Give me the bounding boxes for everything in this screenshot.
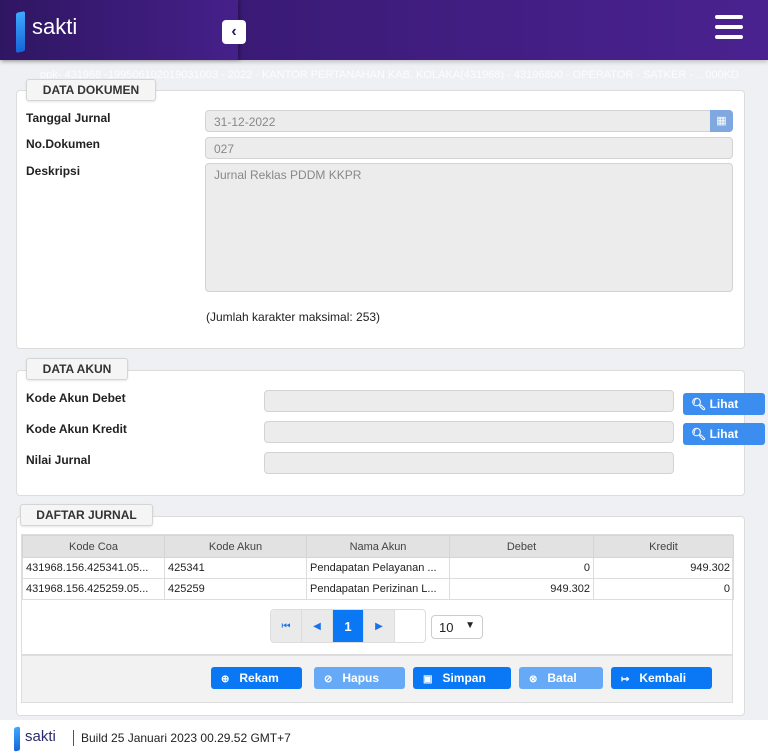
no-dokumen-input[interactable]: 027 [205,137,733,159]
column-header[interactable]: Kode Akun [164,535,307,558]
cell-nama-akun: Pendapatan Pelayanan ... [306,557,450,579]
calendar-icon[interactable]: ▦ [710,110,733,132]
footer: sakti Build 25 Januari 2023 00.29.52 GMT… [0,720,768,756]
kode-akun-kredit-label: Kode Akun Kredit [26,422,127,436]
plus-circle-icon: ⊕ [221,674,230,685]
table-row[interactable]: 431968.156.425341.05... 425341 Pendapata… [22,557,734,579]
cell-kode-akun: 425259 [164,578,307,600]
hamburger-menu-button[interactable] [715,15,743,39]
divider [73,730,74,746]
cell-kode-coa: 431968.156.425341.05... [22,557,165,579]
kembali-button[interactable]: ↦ Kembali [611,667,712,689]
table-row[interactable]: 431968.156.425259.05... 425259 Pendapata… [22,578,734,600]
daftar-jurnal-legend: DAFTAR JURNAL [20,504,153,526]
deskripsi-label: Deskripsi [26,164,81,178]
tanggal-jurnal-input[interactable]: 31-12-2022 [205,110,733,132]
nilai-jurnal-label: Nilai Jurnal [26,453,91,467]
chevron-left-icon: ‹ [231,23,237,40]
search-icon: 🔍︎ [691,427,710,441]
cell-kredit: 0 [593,578,734,600]
kode-akun-debet-label: Kode Akun Debet [26,391,126,405]
column-header[interactable]: Kode Coa [22,535,165,558]
tanggal-jurnal-label: Tanggal Jurnal [26,111,111,125]
cell-kredit: 949.302 [593,557,734,579]
build-info: Build 25 Januari 2023 00.29.52 GMT+7 [81,731,291,745]
data-akun-legend: DATA AKUN [26,358,128,380]
page-size-select[interactable]: 10 ▼ [431,615,483,639]
prev-page-button[interactable]: ◀︎ [302,610,333,642]
cancel-circle-icon: ⊗ [529,674,538,685]
lihat-debet-button[interactable]: 🔍︎ Lihat [683,393,765,415]
hapus-button[interactable]: ⊘ Hapus [314,667,405,689]
data-dokumen-legend: DATA DOKUMEN [26,79,156,101]
next-page-button[interactable]: ▶︎ [364,610,395,642]
batal-button[interactable]: ⊗ Batal [519,667,603,689]
column-header[interactable]: Kredit [593,535,734,558]
lihat-kredit-button[interactable]: 🔍︎ Lihat [683,423,765,445]
cell-kode-akun: 425341 [164,557,307,579]
cell-debet: 949.302 [449,578,594,600]
cell-debet: 0 [449,557,594,579]
footer-brand: sakti [25,728,56,745]
page-1-button[interactable]: 1 [333,610,364,642]
chevron-down-icon: ▼ [465,620,475,631]
brand-name: sakti [32,14,78,39]
deskripsi-textarea[interactable]: Jurnal Reklas PDDM KKPR [205,163,733,292]
brand-area: sakti [0,0,238,60]
nilai-jurnal-input[interactable] [264,452,674,474]
sakti-logo-icon [16,11,25,53]
collapse-sidebar-button[interactable]: ‹ [222,20,246,44]
simpan-button[interactable]: ▣ Simpan [413,667,511,689]
kode-akun-kredit-input[interactable] [264,421,674,443]
save-icon: ▣ [423,674,433,685]
sakti-logo-icon [14,726,20,752]
column-header[interactable]: Nama Akun [306,535,450,558]
sign-out-icon: ↦ [621,674,630,685]
no-dokumen-label: No.Dokumen [26,137,101,151]
kode-akun-debet-input[interactable] [264,390,674,412]
rekam-button[interactable]: ⊕ Rekam [211,667,302,689]
pagination: ⏮︎ ◀︎ 1 ▶︎ ⏭︎ [270,609,426,643]
ban-icon: ⊘ [324,674,333,685]
jurnal-table: Kode Coa Kode Akun Nama Akun Debet Kredi… [22,535,734,600]
cell-kode-coa: 431968.156.425259.05... [22,578,165,600]
cell-nama-akun: Pendapatan Perizinan L... [306,578,450,600]
column-header[interactable]: Debet [449,535,594,558]
first-page-button[interactable]: ⏮︎ [271,610,302,642]
search-icon: 🔍︎ [691,397,710,411]
char-limit-note: (Jumlah karakter maksimal: 253) [206,310,381,324]
